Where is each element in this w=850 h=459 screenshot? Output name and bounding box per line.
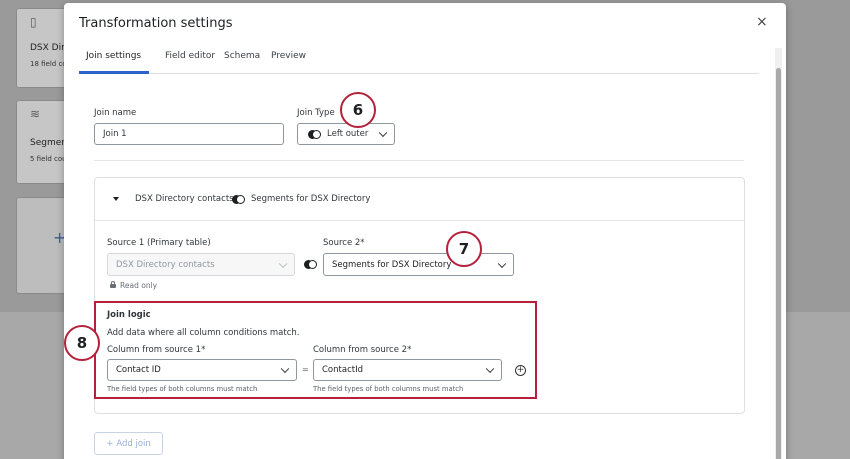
join-venn-icon — [308, 129, 321, 139]
add-join-label: Add join — [116, 438, 151, 449]
bg-card-sub: 18 field co — [30, 60, 67, 68]
source1-label: Source 1 (Primary table) — [107, 238, 211, 248]
panel-header-source1: DSX Directory contacts — [135, 194, 234, 204]
add-join-button[interactable]: + Add join — [94, 432, 163, 455]
join-name-label: Join name — [94, 108, 137, 118]
source2-value: Segments for DSX Directory — [332, 259, 452, 270]
join-logic-highlight — [94, 301, 537, 399]
scrollbar[interactable] — [775, 48, 782, 459]
chevron-down-icon — [378, 128, 388, 138]
join-name-value: Join 1 — [103, 129, 127, 139]
source2-select[interactable]: Segments for DSX Directory — [323, 253, 514, 276]
collapse-caret-icon[interactable] — [113, 197, 119, 201]
join-type-label: Join Type — [297, 108, 335, 118]
close-icon[interactable]: × — [756, 14, 768, 30]
bg-card-sub: 5 field cou — [30, 155, 67, 163]
read-only-note: Read only — [120, 281, 158, 290]
panel-header-source2: Segments for DSX Directory — [251, 194, 371, 204]
tab-field-editor[interactable]: Field editor — [165, 51, 215, 61]
modal-title: Transformation settings — [79, 16, 233, 31]
table-icon: ▯ — [30, 15, 37, 29]
chevron-down-icon — [497, 259, 507, 268]
join-type-select[interactable]: Left outer — [297, 123, 395, 145]
divider — [94, 160, 744, 161]
tab-preview[interactable]: Preview — [271, 51, 306, 61]
join-name-input[interactable]: Join 1 — [94, 123, 284, 145]
source1-select: DSX Directory contacts — [107, 253, 295, 276]
tab-bar: Join settings Field editor Schema Previe… — [79, 44, 759, 74]
segments-icon: ≋ — [30, 107, 41, 121]
panel-header-divider — [95, 220, 744, 221]
callout-badge-7: 7 — [446, 231, 482, 267]
callout-badge-6: 6 — [340, 92, 376, 128]
bg-card-title: Segmen — [30, 138, 67, 148]
join-venn-icon — [304, 260, 317, 269]
tab-join-settings[interactable]: Join settings — [86, 51, 141, 61]
join-type-value: Left outer — [327, 129, 369, 139]
plus-icon: + — [106, 438, 114, 449]
join-venn-icon — [232, 195, 245, 204]
chevron-down-icon — [278, 259, 288, 268]
active-tab-indicator — [79, 71, 149, 74]
scroll-thumb[interactable] — [776, 68, 781, 459]
tab-schema[interactable]: Schema — [224, 51, 260, 61]
source1-value: DSX Directory contacts — [116, 259, 215, 270]
source2-label: Source 2* — [323, 238, 365, 248]
lock-icon — [110, 281, 116, 288]
callout-badge-8: 8 — [64, 325, 100, 361]
